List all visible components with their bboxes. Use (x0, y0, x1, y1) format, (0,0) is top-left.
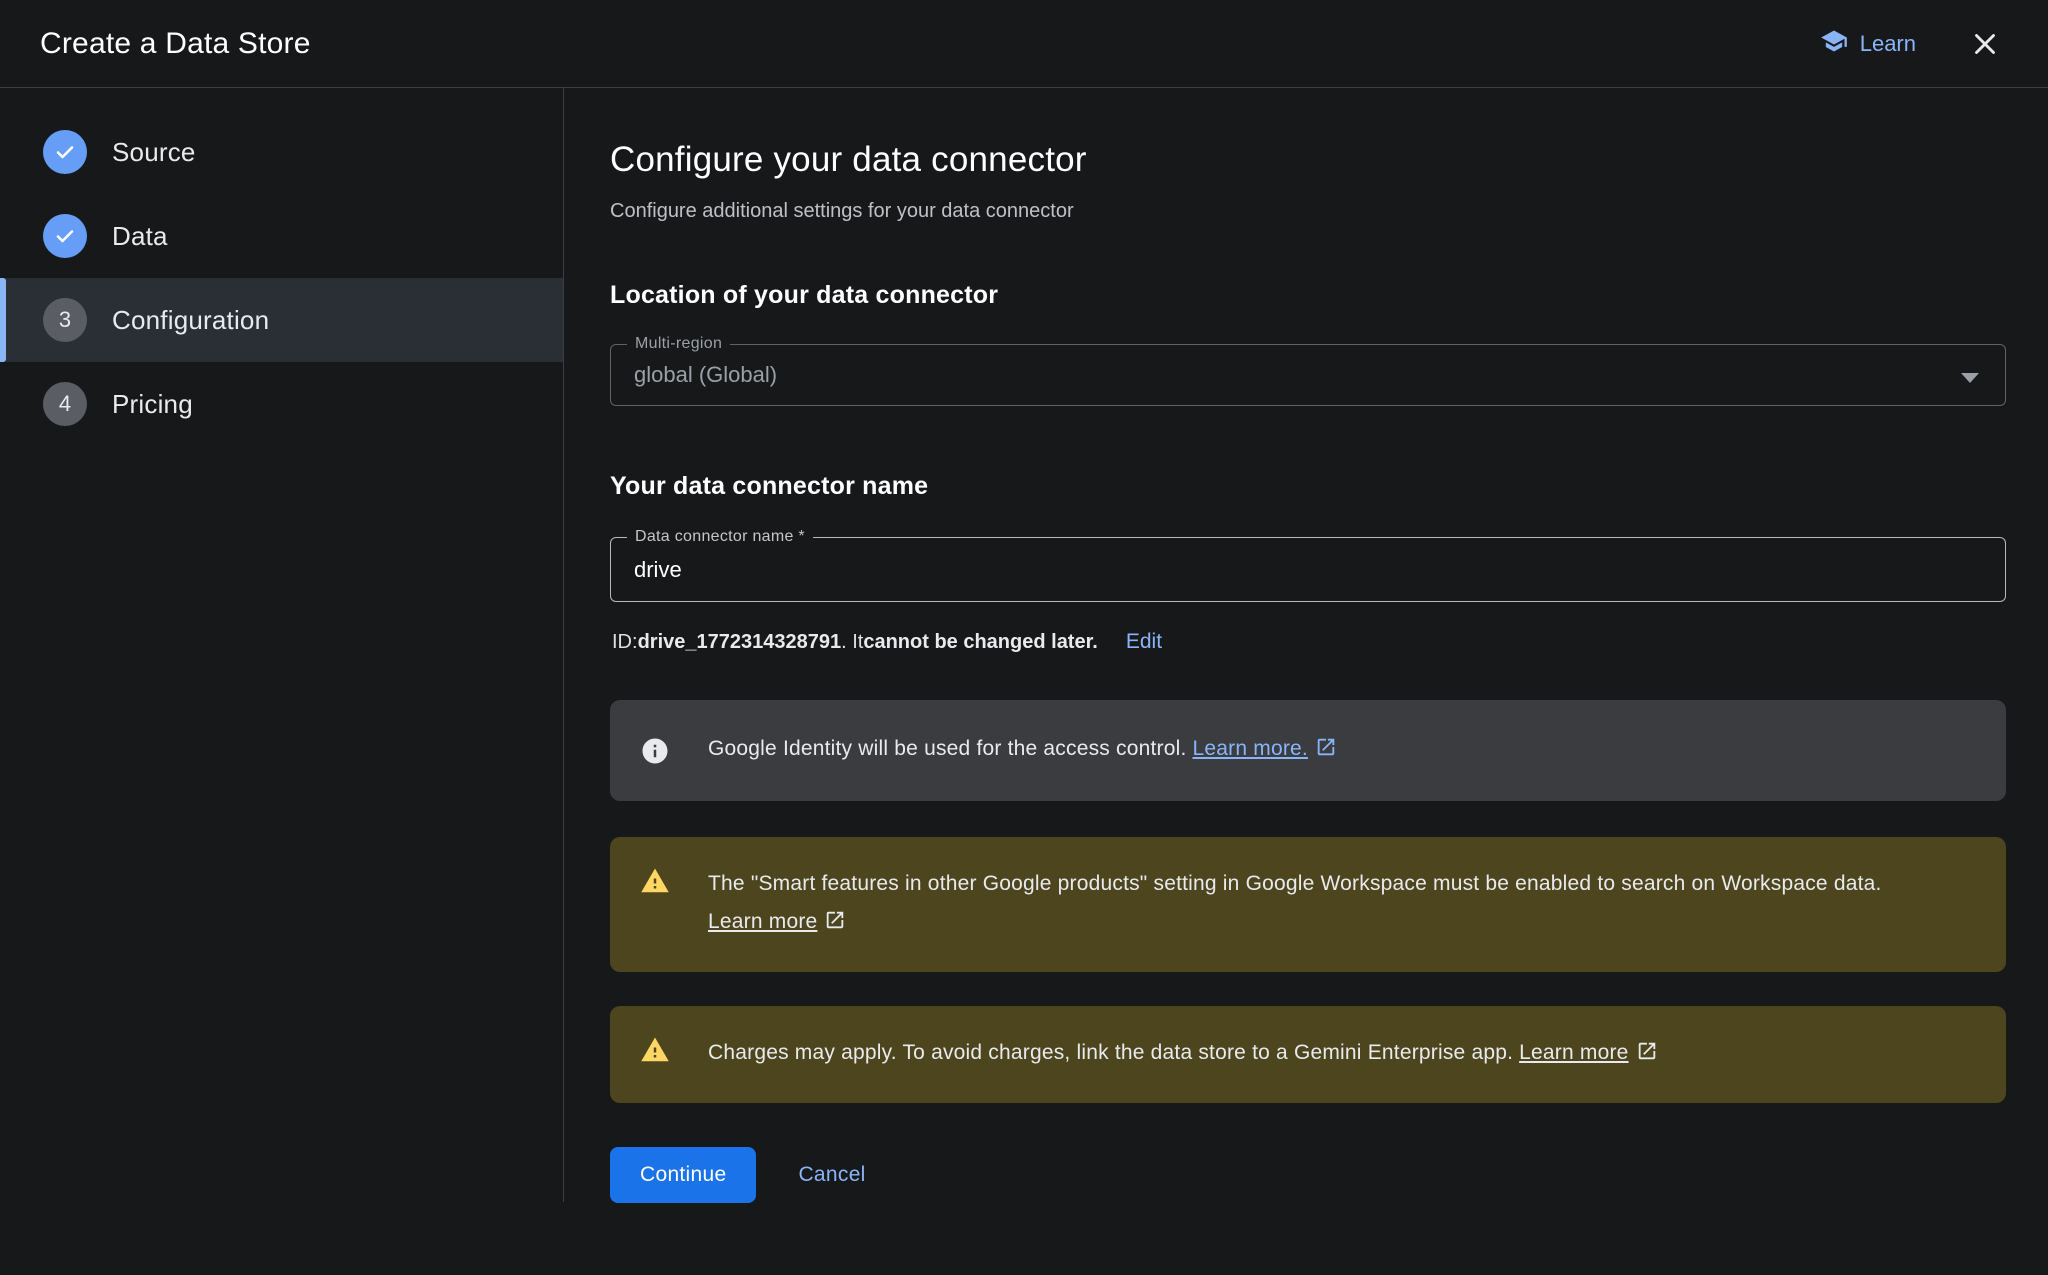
connector-name-input[interactable] (611, 538, 2005, 601)
page-title: Configure your data connector (610, 140, 2006, 180)
page-subtitle: Configure additional settings for your d… (610, 200, 2006, 223)
connector-name-field-wrapper: Data connector name * (610, 537, 2006, 602)
external-link-icon[interactable] (824, 906, 846, 944)
dialog-body: Source Data 3 Configuration 4 Prici (0, 88, 2048, 1275)
step-number-icon: 3 (43, 298, 87, 342)
smart-features-learn-more-link[interactable]: Learn more (708, 910, 817, 933)
learn-button-label: Learn (1860, 31, 1916, 57)
dialog-title: Create a Data Store (40, 27, 311, 61)
create-data-store-dialog: Create a Data Store Learn (0, 0, 2048, 1275)
step-number-icon: 4 (43, 382, 87, 426)
dialog-header: Create a Data Store Learn (0, 0, 2048, 88)
main-panel: Configure your data connector Configure … (564, 88, 2048, 1275)
warning-icon (640, 1035, 670, 1065)
smart-features-warning-banner: The "Smart features in other Google prod… (610, 837, 2006, 972)
cancel-button[interactable]: Cancel (798, 1163, 865, 1187)
step-configuration-label: Configuration (112, 305, 269, 336)
close-icon[interactable] (1968, 27, 2002, 61)
connector-id-line: ID: drive_1772314328791. It cannot be ch… (612, 630, 2006, 654)
step-source-label: Source (112, 137, 196, 168)
step-data[interactable]: Data (0, 194, 563, 278)
external-link-icon[interactable] (1315, 733, 1337, 771)
charges-warning-banner: Charges may apply. To avoid charges, lin… (610, 1006, 2006, 1103)
id-prefix: ID: (612, 631, 638, 654)
step-configuration[interactable]: 3 Configuration (0, 278, 563, 362)
charges-learn-more-link[interactable]: Learn more (1519, 1041, 1628, 1064)
learn-button[interactable]: Learn (1820, 27, 1916, 61)
smart-features-warning-text: The "Smart features in other Google prod… (708, 865, 1976, 944)
connector-name-field-label: Data connector name * (627, 528, 813, 546)
multi-region-select[interactable]: Multi-region global (Global) (610, 344, 2006, 406)
form-actions: Continue Cancel (610, 1147, 2006, 1203)
step-complete-icon (43, 214, 87, 258)
stepper-sidebar: Source Data 3 Configuration 4 Prici (0, 88, 564, 1202)
warning-icon (640, 866, 670, 896)
header-actions: Learn (1820, 27, 2002, 61)
identity-learn-more-link[interactable]: Learn more. (1193, 737, 1308, 760)
chevron-down-icon (1961, 373, 1979, 383)
active-step-accent (0, 278, 6, 362)
edit-id-button[interactable]: Edit (1126, 630, 1162, 654)
info-icon (640, 736, 670, 766)
step-complete-icon (43, 130, 87, 174)
step-source[interactable]: Source (0, 110, 563, 194)
step-data-label: Data (112, 221, 168, 252)
id-middle: . It (841, 631, 863, 654)
multi-region-select-value: global (Global) (611, 362, 777, 388)
step-pricing-label: Pricing (112, 389, 193, 420)
identity-info-banner: Google Identity will be used for the acc… (610, 700, 2006, 801)
location-section-heading: Location of your data connector (610, 281, 2006, 310)
step-pricing[interactable]: 4 Pricing (0, 362, 563, 446)
external-link-icon[interactable] (1636, 1037, 1658, 1075)
continue-button[interactable]: Continue (610, 1147, 756, 1203)
id-note: cannot be changed later. (863, 631, 1098, 654)
multi-region-select-label: Multi-region (627, 335, 730, 353)
name-section-heading: Your data connector name (610, 472, 2006, 501)
graduation-cap-icon (1820, 27, 1848, 61)
id-value: drive_1772314328791 (638, 631, 842, 654)
charges-warning-text: Charges may apply. To avoid charges, lin… (708, 1034, 1658, 1075)
identity-info-text: Google Identity will be used for the acc… (708, 730, 1337, 771)
